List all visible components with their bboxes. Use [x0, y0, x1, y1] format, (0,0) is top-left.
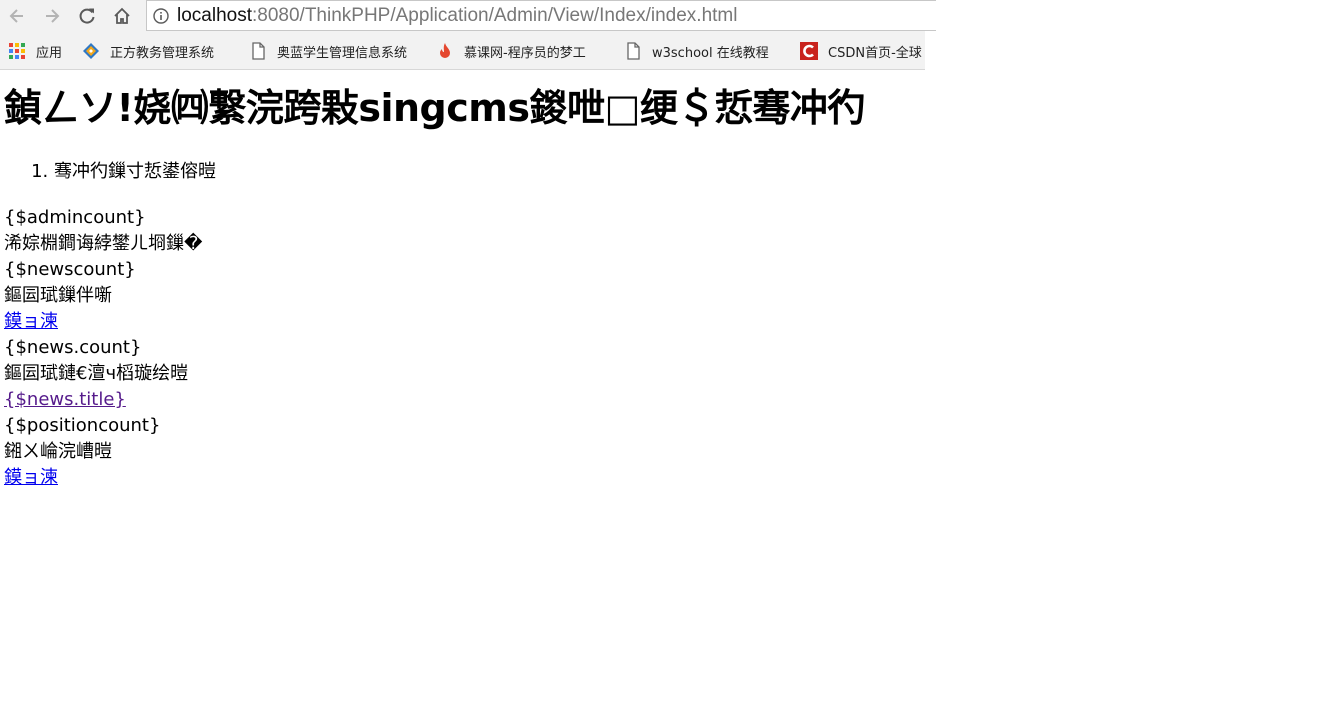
bookmark-label: CSDN首页-全球: [828, 45, 922, 61]
forward-arrow-icon: [46, 9, 60, 23]
bookmark-apps[interactable]: 应用: [8, 33, 62, 69]
bookmark-label: 慕课网-程序员的梦工: [464, 45, 586, 61]
stats-list: {$admincount} 浠婃棩鐧诲綍鐢ㄦ埛鏁� {$newscount} 鏂…: [4, 205, 1304, 491]
browser-toolbar: localhost:8080/ThinkPHP/Application/Admi…: [0, 0, 936, 32]
bookmark-label: 应用: [36, 45, 63, 61]
url-text[interactable]: localhost:8080/ThinkPHP/Application/Admi…: [177, 5, 737, 27]
position-count-value: {$positioncount}: [4, 415, 161, 436]
csdn-logo-icon: [800, 42, 818, 60]
news-max-count-label: 鏂囩珷鏈€澶ч槄璇绘暟: [4, 363, 189, 384]
bookmarks-bar: 应用 正方教务管理系统 奥蓝学生管理信息系统 慕课网-程序员的梦工 w3scho…: [0, 33, 925, 70]
bookmark-zhengfang[interactable]: 正方教务管理系统: [82, 33, 232, 69]
back-arrow-icon: [9, 9, 23, 23]
news-max-count-value: {$news.count}: [4, 337, 142, 358]
flame-icon: [440, 43, 450, 58]
menu-list: 骞冲彴鏁寸悊鍙傛暟: [4, 160, 1304, 184]
page-icon: [252, 42, 265, 60]
page-title: 鍞ㄥソ!娆㈣繋浣跨敤singcms鍐呭□绠＄悊骞冲彴: [4, 86, 865, 130]
bookmark-aolan[interactable]: 奥蓝学生管理信息系统: [249, 33, 419, 69]
view-position-link[interactable]: 鏌ョ湅: [4, 467, 58, 488]
bookmark-label: 奥蓝学生管理信息系统: [277, 45, 408, 61]
reload-button[interactable]: [75, 4, 99, 28]
back-button[interactable]: [5, 4, 29, 28]
zhengfang-logo-icon: [83, 43, 99, 59]
home-icon: [114, 7, 130, 24]
apps-grid-icon: [9, 43, 25, 59]
bookmark-label: 正方教务管理系统: [110, 45, 215, 61]
bookmark-w3school[interactable]: w3school 在线教程: [624, 33, 769, 69]
url-host: localhost: [177, 4, 252, 26]
bookmark-label: w3school 在线教程: [652, 45, 769, 61]
page-icon: [627, 42, 640, 60]
home-button[interactable]: [110, 4, 134, 28]
admin-count-value: {$admincount}: [4, 207, 146, 228]
forward-button[interactable]: [40, 4, 64, 28]
admin-count-label: 浠婃棩鐧诲綍鐢ㄦ埛鏁�: [4, 233, 203, 254]
url-path: :8080/ThinkPHP/Application/Admin/View/In…: [252, 4, 738, 26]
news-count-value: {$newscount}: [4, 259, 136, 280]
news-title-link[interactable]: {$news.title}: [4, 389, 126, 410]
position-count-label: 鎺ㄨ崘浣嶆暟: [4, 441, 112, 462]
menu-item: 骞冲彴鏁寸悊鍙傛暟: [54, 160, 1304, 184]
view-news-link[interactable]: 鏌ョ湅: [4, 311, 58, 332]
browser-chrome: localhost:8080/ThinkPHP/Application/Admi…: [0, 0, 936, 70]
address-bar[interactable]: localhost:8080/ThinkPHP/Application/Admi…: [146, 0, 936, 31]
bookmark-csdn[interactable]: CSDN首页-全球: [800, 33, 925, 69]
reload-icon: [79, 8, 95, 24]
page-content: 鍞ㄥソ!娆㈣繋浣跨敤singcms鍐呭□绠＄悊骞冲彴 骞冲彴鏁寸悊鍙傛暟 {$a…: [4, 78, 1304, 491]
info-icon[interactable]: [153, 7, 169, 24]
bookmark-imooc[interactable]: 慕课网-程序员的梦工: [436, 33, 606, 69]
news-count-label: 鏂囩珷鏁伴噺: [4, 285, 112, 306]
